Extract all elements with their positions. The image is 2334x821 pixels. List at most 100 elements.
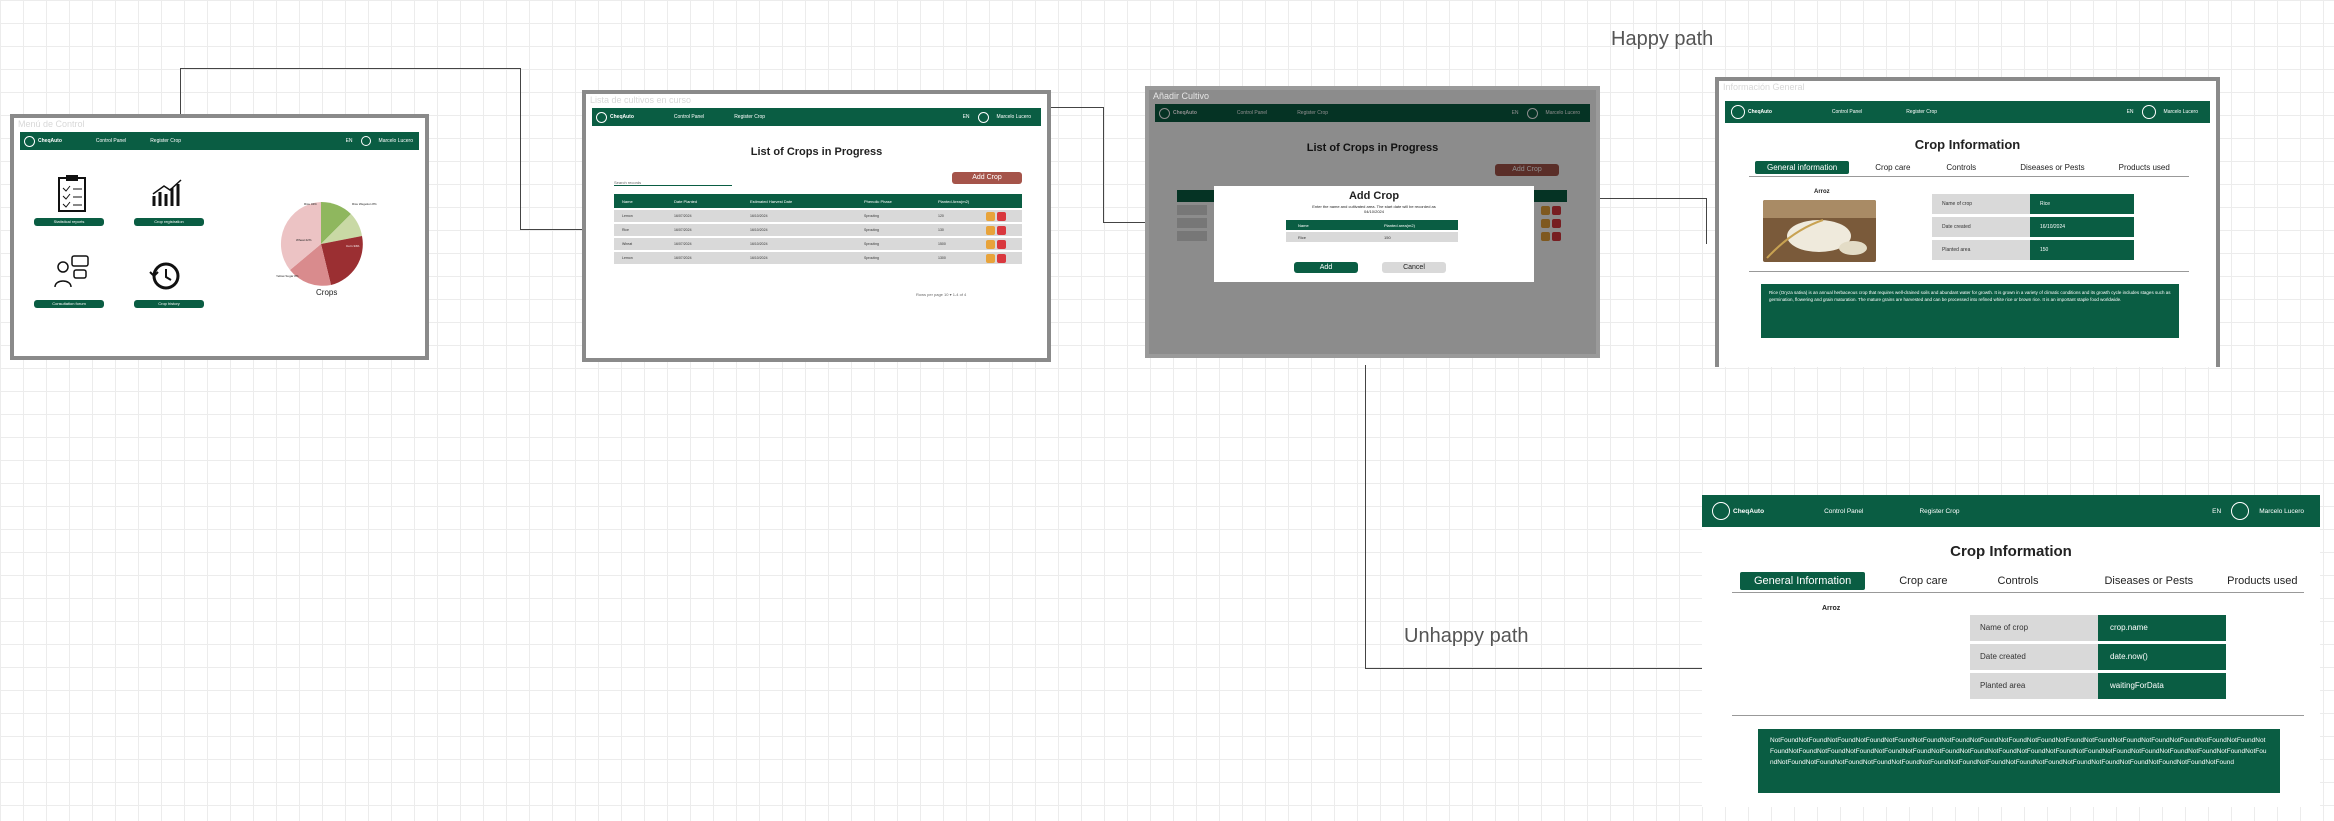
growth-chart-icon (150, 178, 184, 208)
brand-name: CheqAuto (38, 138, 62, 144)
nav-control-panel[interactable]: Control Panel (1824, 508, 1863, 515)
logo-icon (24, 135, 35, 147)
table-row[interactable]: Rice 16/07/2024 16/10/2024 Sprouting 130 (614, 224, 1022, 236)
divider (1732, 715, 2304, 716)
brand-name: CheqAuto (1733, 507, 1765, 515)
table-row[interactable]: Wheat 16/07/2024 16/10/2024 Sprouting 1500 (614, 238, 1022, 250)
table-pagination[interactable]: Rows per page 10 ▾ 1-4 of 4 (916, 292, 966, 297)
app-header: CheqAuto Control Panel Register Crop EN … (592, 108, 1041, 126)
tab-general-information[interactable]: General information (1755, 161, 1850, 174)
field-label: Planted area (1970, 673, 2098, 699)
modal-add-button[interactable]: Add (1294, 262, 1358, 273)
tab-products-used[interactable]: Products used (2227, 575, 2297, 587)
pie-label-rice-wegetion: Rice Wegetion 8% (352, 202, 377, 206)
field-label: Name of crop (1932, 194, 2030, 214)
page-title: List of Crops in Progress (750, 146, 883, 158)
nav-register-crop[interactable]: Register Crop (1919, 508, 1959, 515)
frame-add-crop: CheqAuto Control Panel Register Crop EN … (1145, 86, 1600, 358)
modal-form-row: Rice 150 (1286, 232, 1458, 242)
divider (1749, 271, 2189, 272)
pie-label-rice: Rice 34% (304, 202, 317, 206)
user-name: Marcelo Lucero (378, 138, 413, 144)
modal-title: Add Crop (1348, 190, 1400, 202)
tab-controls[interactable]: Controls (1946, 163, 1976, 172)
clipboard-icon (56, 174, 88, 212)
pie-caption: Crops (316, 288, 338, 297)
crop-registration-button[interactable]: Crop registration (134, 218, 204, 226)
field-value: crop.name (2098, 615, 2226, 641)
table-header: Name Date Planted Estimated Harvest Date… (614, 194, 1022, 208)
consultation-forum-button[interactable]: Consultation forum (34, 300, 104, 308)
user-avatar-icon[interactable] (977, 111, 989, 123)
crop-fields: Name of crop crop.name Date created date… (1970, 615, 2230, 699)
modal-cancel-button[interactable]: Cancel (1382, 262, 1446, 273)
edit-icon[interactable] (986, 239, 995, 249)
table-row[interactable]: Lemon 16/07/2024 16/10/2024 Sprouting 120 (614, 210, 1022, 222)
field-label: Date created (1932, 217, 2030, 237)
user-avatar-icon[interactable] (360, 136, 371, 146)
tab-diseases-or-pests[interactable]: Diseases or Pests (2104, 575, 2193, 587)
tab-diseases-or-pests[interactable]: Diseases or Pests (2020, 163, 2084, 172)
language-selector[interactable]: EN (346, 138, 353, 144)
field-value: 150 (2030, 240, 2134, 260)
user-avatar-icon[interactable] (2141, 105, 2156, 119)
logo-icon (1731, 105, 1745, 119)
page-title: Crop Information (1914, 137, 2021, 152)
nav-control-panel[interactable]: Control Panel (1832, 109, 1862, 115)
brand-name: CheqAuto (1748, 109, 1772, 115)
forum-users-icon (54, 254, 90, 288)
statistical-reports-button[interactable]: Statistical reports (34, 218, 104, 226)
field-label: Date created (1970, 644, 2098, 670)
crop-name-input[interactable]: Rice (1286, 235, 1384, 240)
edit-icon[interactable] (986, 225, 995, 235)
crop-name-heading: Arroz (1822, 605, 1841, 612)
crop-fields: Name of crop Rice Date created 16/10/202… (1932, 194, 2140, 260)
tab-controls[interactable]: Controls (1998, 575, 2039, 587)
frame-title: Lista de cultivos en curso (590, 95, 692, 105)
crop-description: NotFoundNotFoundNotFoundNotFoundNotFound… (1758, 729, 2280, 793)
app-header: CheqAuto Control Panel Register Crop EN … (1725, 101, 2210, 123)
language-selector[interactable]: EN (2212, 508, 2221, 515)
delete-icon[interactable] (997, 253, 1006, 263)
user-name: Marcelo Lucero (996, 114, 1031, 120)
crop-description: Rice (Oryza sativa) is an annual herbace… (1761, 284, 2179, 338)
crops-pie-chart (276, 194, 376, 294)
app-header: CheqAuto Control Panel Register Crop EN … (20, 132, 419, 150)
logo-icon (1712, 502, 1730, 520)
user-avatar-icon[interactable] (2231, 502, 2250, 520)
modal-form-header: Name Planted area(m2) (1286, 220, 1458, 230)
user-name: Marcelo Lucero (2259, 507, 2304, 515)
info-tabs: General information Crop care Controls D… (1749, 161, 2189, 177)
field-value: waitingForData (2098, 673, 2226, 699)
delete-icon[interactable] (997, 239, 1006, 249)
nav-register-crop[interactable]: Register Crop (150, 138, 181, 144)
add-crop-button[interactable]: Add Crop (952, 172, 1022, 184)
tab-crop-care[interactable]: Crop care (1875, 163, 1910, 172)
tab-general-information[interactable]: General Information (1740, 572, 1866, 590)
delete-icon[interactable] (997, 225, 1006, 235)
search-input[interactable]: Search records (614, 180, 732, 186)
edit-icon[interactable] (986, 211, 995, 221)
tab-crop-care[interactable]: Crop care (1899, 575, 1947, 587)
crop-history-button[interactable]: Crop history (134, 300, 204, 308)
brand-name: CheqAuto (610, 114, 634, 120)
delete-icon[interactable] (997, 211, 1006, 221)
planted-area-input[interactable]: 150 (1384, 235, 1391, 240)
language-selector[interactable]: EN (963, 114, 970, 120)
pie-label-corn: Corn 34% (346, 244, 360, 248)
tab-products-used[interactable]: Products used (2119, 163, 2170, 172)
pie-label-yellow-sugar: Yellow Sugar 8% (276, 274, 299, 278)
field-label: Planted area (1932, 240, 2030, 260)
nav-register-crop[interactable]: Register Crop (1906, 109, 1937, 115)
add-crop-modal: Add Crop Enter the name and cultivated a… (1214, 186, 1534, 282)
app-header: CheqAuto Control Panel Register Crop EN … (1702, 495, 2320, 527)
nav-control-panel[interactable]: Control Panel (674, 114, 704, 120)
frame-crop-list: Lista de cultivos en curso CheqAuto Cont… (582, 90, 1051, 362)
frame-control-menu: Menú de Control CheqAuto Control Panel R… (10, 114, 429, 360)
edit-icon[interactable] (986, 253, 995, 263)
language-selector[interactable]: EN (2127, 109, 2134, 115)
nav-register-crop[interactable]: Register Crop (734, 114, 765, 120)
frame-title: Añadir Cultivo (1153, 91, 1210, 101)
table-row[interactable]: Lemon 16/07/2024 16/10/2024 Sprouting 1300 (614, 252, 1022, 264)
nav-control-panel[interactable]: Control Panel (96, 138, 126, 144)
